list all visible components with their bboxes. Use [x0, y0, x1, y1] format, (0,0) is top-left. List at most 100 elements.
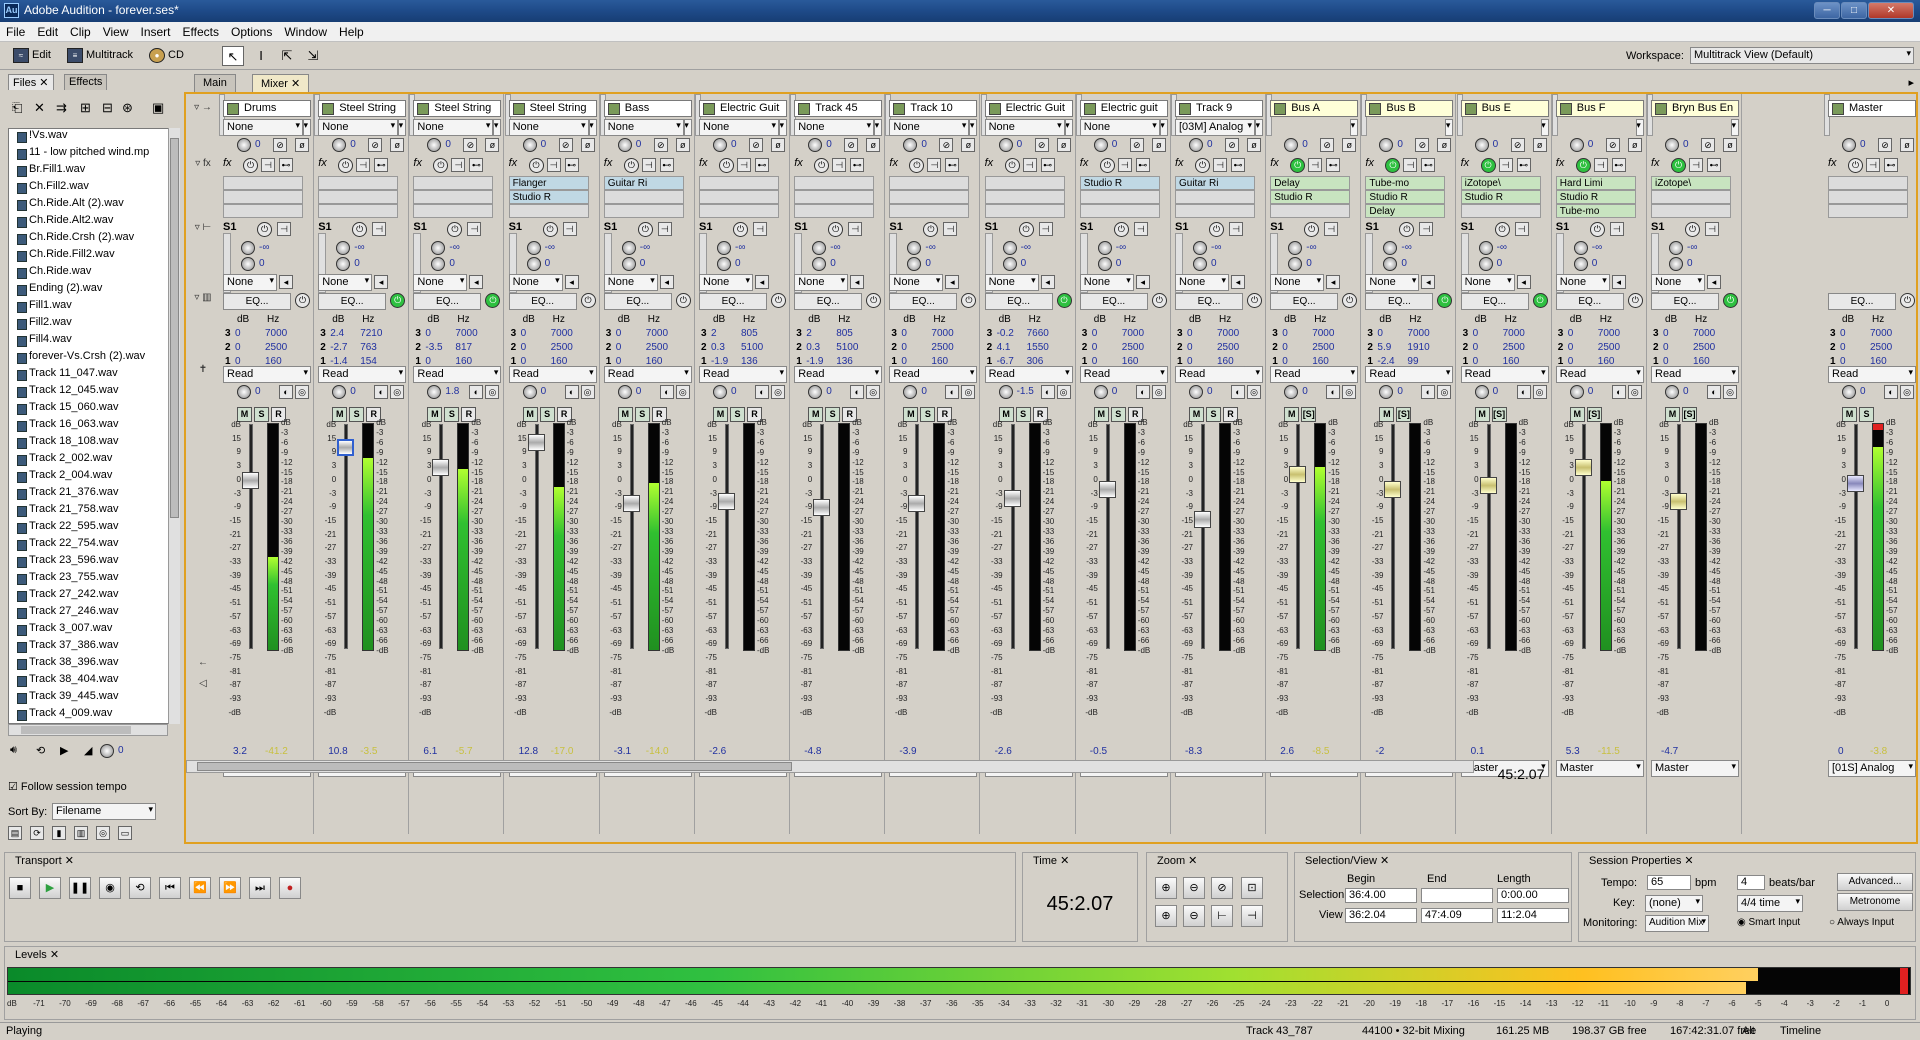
file-list-item[interactable]: Track 37_386.wav: [9, 639, 171, 656]
effects-power-button[interactable]: ⏻: [1575, 158, 1591, 173]
file-list-item[interactable]: Fill2.wav: [9, 316, 171, 333]
stereo-icon[interactable]: ◐: [279, 385, 293, 399]
edit-file-icon[interactable]: ⊟: [102, 100, 113, 116]
file-list-item[interactable]: Ending (2).wav: [9, 282, 171, 299]
send-volume-knob[interactable]: [1193, 241, 1207, 255]
effects-freeze-icon[interactable]: ⊷: [1421, 158, 1436, 172]
send-prefader-icon[interactable]: ⊣: [943, 222, 958, 236]
stop-button[interactable]: ■: [9, 877, 31, 899]
send-volume-knob[interactable]: [907, 241, 922, 255]
input-dropdown-arrow[interactable]: [1731, 119, 1739, 136]
effect-slot[interactable]: Studio R: [1555, 190, 1636, 204]
trim-knob[interactable]: [713, 138, 727, 152]
file-list-item[interactable]: Track 21_376.wav: [9, 486, 171, 503]
time-signature-dropdown[interactable]: 4/4 time: [1737, 895, 1803, 912]
time-selection-tool-icon[interactable]: I: [250, 46, 272, 66]
key-dropdown[interactable]: (none): [1645, 895, 1703, 912]
send-options-icon[interactable]: ◂: [1611, 275, 1626, 289]
send-pan-knob[interactable]: [1383, 257, 1398, 271]
output-dropdown[interactable]: [01S] Analog: [1828, 760, 1916, 777]
phase-invert-icon[interactable]: ⊘: [273, 138, 287, 152]
phase-icon[interactable]: ø: [1056, 138, 1071, 152]
effects-prefader-icon[interactable]: ⊣: [832, 158, 847, 172]
phase-icon[interactable]: ø: [675, 138, 690, 152]
import-icon[interactable]: ⎗: [12, 100, 22, 116]
track-name-field[interactable]: Bass: [603, 100, 692, 117]
stereo-icon[interactable]: ◐: [1326, 385, 1341, 399]
eq-freq-value[interactable]: 7000: [265, 328, 287, 339]
effect-slot[interactable]: [223, 176, 303, 190]
pan-knob[interactable]: [1474, 385, 1489, 399]
volume-fader[interactable]: [1289, 465, 1307, 483]
eq-button[interactable]: EQ...: [413, 293, 482, 310]
input-dropdown[interactable]: [03M] Analog: [1175, 119, 1255, 136]
effect-slot[interactable]: [1828, 190, 1908, 204]
eq-gain-value[interactable]: 0: [235, 328, 241, 339]
stereo-icon[interactable]: ◐: [850, 385, 865, 399]
effects-freeze-icon[interactable]: ⊷: [659, 158, 674, 172]
effects-power-button[interactable]: ⏻: [909, 158, 925, 173]
eq-freq-value[interactable]: 7000: [1598, 328, 1620, 339]
eq-freq-value[interactable]: 817: [455, 342, 472, 353]
record-file-icon[interactable]: ⊛: [122, 100, 133, 116]
effect-slot[interactable]: [699, 190, 779, 204]
solo-button[interactable]: [S]: [1586, 407, 1602, 422]
send-options-icon[interactable]: ◂: [1421, 275, 1436, 289]
inputs-section-icon[interactable]: ▿ →: [189, 102, 217, 118]
send-prefader-icon[interactable]: ⊣: [1324, 222, 1339, 236]
stereo-icon[interactable]: ◐: [1884, 385, 1898, 399]
menu-effects[interactable]: Effects: [177, 22, 225, 41]
effect-slot[interactable]: [699, 176, 779, 190]
send-volume-knob[interactable]: [241, 241, 255, 255]
volume-fader[interactable]: [337, 438, 355, 456]
eq-gain-value[interactable]: 0: [1568, 328, 1574, 339]
solo-button[interactable]: S: [349, 407, 365, 422]
phase-invert-icon[interactable]: ⊘: [558, 138, 573, 152]
menu-view[interactable]: View: [97, 22, 135, 41]
send-volume-knob[interactable]: [1002, 241, 1017, 255]
filter-audio-icon[interactable]: ▤: [8, 826, 22, 840]
file-list-item[interactable]: Track 39_445.wav: [9, 690, 171, 707]
zoom-out-vertical-icon[interactable]: ⊖: [1183, 905, 1205, 927]
pan-knob[interactable]: [1093, 385, 1108, 399]
send-volume-knob[interactable]: [336, 241, 351, 255]
effects-power-button[interactable]: ⏻: [1480, 158, 1496, 173]
solo-button[interactable]: S: [444, 407, 460, 422]
effect-slot[interactable]: Hard Limi: [1555, 176, 1636, 190]
effect-slot[interactable]: [1079, 204, 1160, 218]
send-options-icon[interactable]: ◂: [1516, 275, 1531, 289]
effects-power-button[interactable]: ⏻: [1848, 158, 1863, 173]
eq-freq-value[interactable]: 5100: [741, 342, 763, 353]
send-destination-dropdown[interactable]: None: [984, 274, 1039, 291]
trim-knob[interactable]: [332, 138, 347, 152]
link-icon[interactable]: ◎: [1900, 385, 1914, 399]
eq-gain-value[interactable]: 0: [235, 342, 241, 353]
send-volume-knob[interactable]: [1573, 241, 1588, 255]
effect-slot[interactable]: Studio R: [508, 190, 589, 204]
solo-button[interactable]: [S]: [1396, 407, 1412, 422]
input-dropdown-arrow[interactable]: [779, 119, 787, 136]
eq-freq-value[interactable]: 7000: [551, 328, 573, 339]
pan-knob[interactable]: [522, 385, 537, 399]
send-destination-dropdown[interactable]: None: [318, 274, 373, 291]
volume-fader[interactable]: [527, 434, 545, 451]
send-power-button[interactable]: ⏻: [733, 222, 748, 237]
eq-button[interactable]: EQ...: [889, 293, 958, 310]
track-name-field[interactable]: Track 10: [889, 100, 978, 117]
stereo-icon[interactable]: ◐: [374, 385, 389, 399]
eq-power-button[interactable]: ⏻: [1342, 293, 1358, 308]
eq-gain-value[interactable]: 0: [1092, 328, 1098, 339]
track-name-field[interactable]: Track 45: [794, 100, 883, 117]
send-destination-dropdown[interactable]: None: [1079, 274, 1134, 291]
send-destination-dropdown[interactable]: None: [1460, 274, 1515, 291]
send-pan-knob[interactable]: [812, 257, 827, 271]
automation-dropdown[interactable]: Read: [794, 366, 883, 383]
monitoring-dropdown[interactable]: Audition Mix: [1645, 915, 1709, 932]
filter-options-icon[interactable]: ▭: [118, 826, 132, 840]
effect-slot[interactable]: [984, 190, 1065, 204]
effect-slot[interactable]: Tube-mo: [1365, 176, 1446, 190]
link-icon[interactable]: ◎: [1247, 385, 1261, 399]
link-icon[interactable]: ◎: [1532, 385, 1547, 399]
send-options-icon[interactable]: ◂: [374, 275, 389, 289]
phase-invert-icon[interactable]: ⊘: [1129, 138, 1144, 152]
